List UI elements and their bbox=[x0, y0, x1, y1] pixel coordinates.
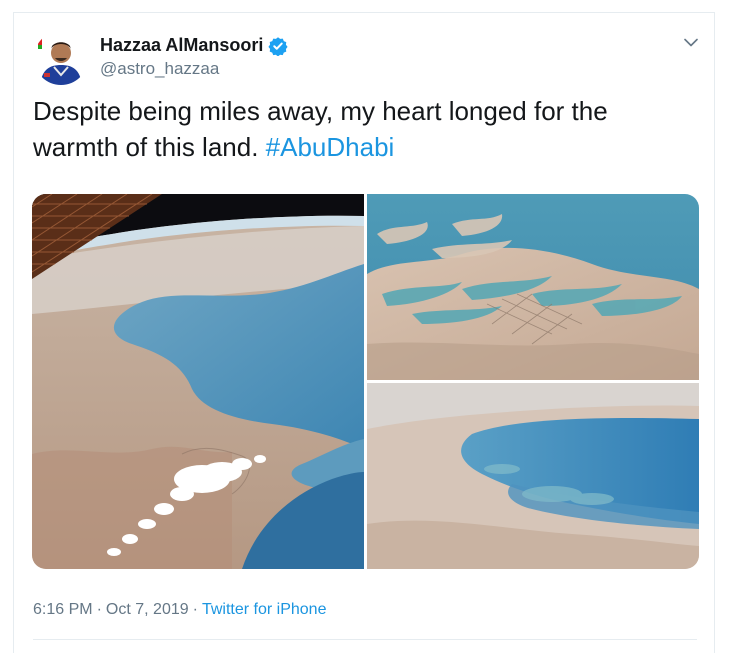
tweet-meta: 6:16 PM · Oct 7, 2019 · Twitter for iPho… bbox=[33, 601, 326, 619]
more-options-button[interactable] bbox=[679, 31, 703, 55]
tweet-time[interactable]: 6:16 PM bbox=[33, 601, 93, 619]
author-name-row[interactable]: Hazzaa AlMansoori bbox=[100, 35, 288, 56]
astronaut-avatar-image bbox=[34, 31, 88, 85]
divider bbox=[33, 639, 697, 640]
tweet-text: Despite being miles away, my heart longe… bbox=[33, 93, 673, 165]
tweet-source-link[interactable]: Twitter for iPhone bbox=[202, 601, 327, 619]
abu-dhabi-islands-photo[interactable] bbox=[367, 194, 699, 380]
tweet-date[interactable]: Oct 7, 2019 bbox=[106, 601, 189, 619]
media-grid bbox=[32, 194, 699, 569]
hashtag-link[interactable]: #AbuDhabi bbox=[266, 132, 395, 162]
author-avatar[interactable] bbox=[34, 31, 88, 85]
chevron-down-icon bbox=[684, 34, 698, 52]
author-display-name[interactable]: Hazzaa AlMansoori bbox=[100, 35, 263, 56]
earth-coastline-photo[interactable] bbox=[32, 194, 364, 569]
tweet-card: Hazzaa AlMansoori @astro_hazzaa Despite … bbox=[13, 12, 715, 653]
author-handle[interactable]: @astro_hazzaa bbox=[100, 59, 219, 79]
meta-separator: · bbox=[96, 601, 102, 618]
meta-separator-2: · bbox=[192, 601, 198, 618]
verified-badge-icon bbox=[268, 36, 288, 56]
gulf-coast-photo[interactable] bbox=[367, 383, 699, 569]
